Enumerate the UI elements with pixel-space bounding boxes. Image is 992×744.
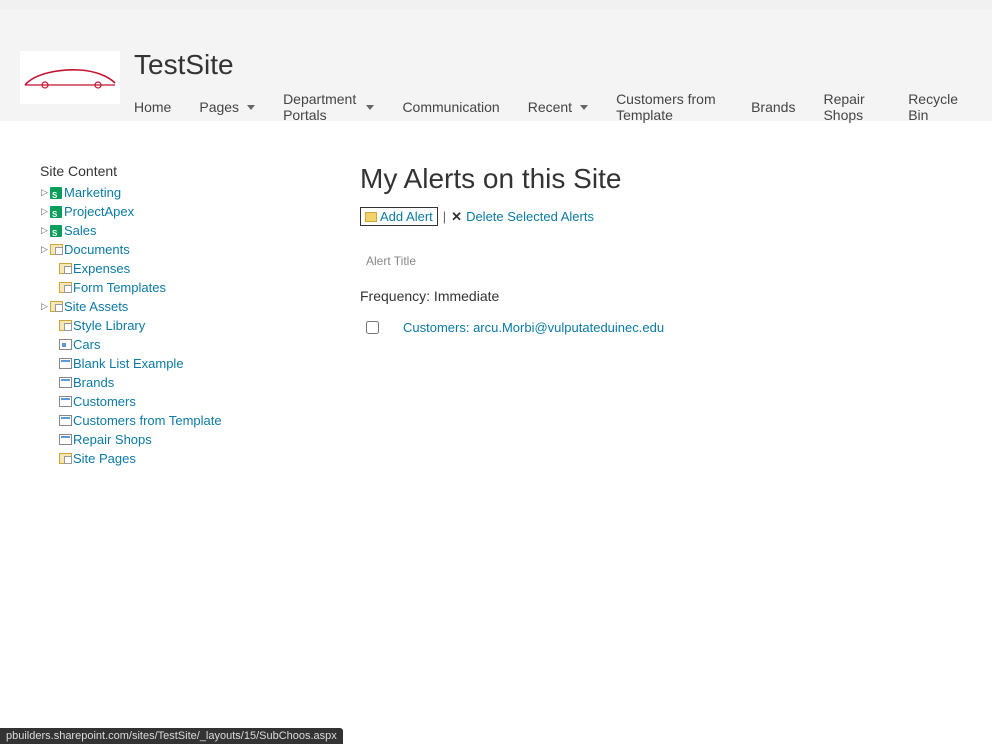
- suite-bar: [0, 0, 992, 9]
- library-icon: [49, 300, 63, 314]
- add-alert-label: Add Alert: [380, 209, 433, 224]
- list-icon: [58, 414, 72, 428]
- sharepoint-site-icon: [49, 224, 63, 238]
- alert-link[interactable]: Customers: arcu.Morbi@vulputateduinec.ed…: [403, 320, 664, 335]
- nav-item-label: Recycle Bin: [908, 91, 958, 123]
- alerts-toolbar: Add Alert | ✕ Delete Selected Alerts: [360, 207, 952, 226]
- body-area: Site Content ▷ Marketing ▷ ProjectApex ▷ Sale…: [0, 121, 992, 468]
- picture-library-icon: [58, 338, 72, 352]
- top-nav: Home Pages Department Portals Communication…: [134, 91, 972, 123]
- library-icon: [49, 243, 63, 257]
- library-icon: [58, 262, 72, 276]
- sidebar-title: Site Content: [40, 163, 340, 179]
- nav-item-label: Pages: [199, 99, 239, 115]
- library-icon: [58, 281, 72, 295]
- nav-item-repair-shops[interactable]: Repair Shops: [809, 91, 894, 123]
- nav-item-recent[interactable]: Recent: [514, 99, 602, 115]
- chevron-down-icon: [580, 105, 588, 110]
- tree-item: ▷ ProjectApex: [40, 202, 340, 221]
- tree-item-link[interactable]: Documents: [64, 240, 130, 259]
- tree-item: Brands: [40, 373, 340, 392]
- list-icon: [58, 433, 72, 447]
- delete-alerts-button[interactable]: ✕ Delete Selected Alerts: [451, 209, 594, 225]
- library-icon: [58, 319, 72, 333]
- expand-arrow-icon[interactable]: ▷: [40, 221, 49, 240]
- list-icon: [58, 376, 72, 390]
- tree-item-link[interactable]: ProjectApex: [64, 202, 134, 221]
- alert-checkbox[interactable]: [366, 321, 379, 334]
- alert-title-column-header: Alert Title: [366, 254, 952, 268]
- nav-item-label: Customers from Template: [616, 91, 723, 123]
- tree-item: Site Pages: [40, 449, 340, 468]
- chevron-down-icon: [247, 105, 255, 110]
- tree-item-link[interactable]: Form Templates: [73, 278, 166, 297]
- sharepoint-site-icon: [49, 205, 63, 219]
- tree-item: Repair Shops: [40, 430, 340, 449]
- chevron-down-icon: [366, 105, 374, 110]
- sidebar: Site Content ▷ Marketing ▷ ProjectApex ▷ Sale…: [0, 163, 360, 468]
- tree-item-link[interactable]: Customers: [73, 392, 136, 411]
- nav-item-label: Repair Shops: [823, 91, 880, 123]
- expand-arrow-icon[interactable]: ▷: [40, 297, 49, 316]
- tree-item-link[interactable]: Brands: [73, 373, 114, 392]
- tree-item: ▷ Marketing: [40, 183, 340, 202]
- tree-item-link[interactable]: Repair Shops: [73, 430, 152, 449]
- tree-item: ▷ Site Assets: [40, 297, 340, 316]
- nav-item-customers-from-template[interactable]: Customers from Template: [602, 91, 737, 123]
- tree-item-link[interactable]: Expenses: [73, 259, 130, 278]
- tree-item: Style Library: [40, 316, 340, 335]
- site-header: TestSite Home Pages Department Portals Comm…: [0, 9, 992, 121]
- tree-item: Cars: [40, 335, 340, 354]
- toolbar-separator: |: [443, 209, 446, 224]
- add-alert-button[interactable]: Add Alert: [360, 207, 438, 226]
- nav-item-communication[interactable]: Communication: [388, 99, 513, 115]
- nav-item-label: Communication: [402, 99, 499, 115]
- site-title[interactable]: TestSite: [134, 51, 972, 79]
- site-content-tree: ▷ Marketing ▷ ProjectApex ▷ Sales ▷ DocumentsEx…: [40, 183, 340, 468]
- site-logo[interactable]: [20, 51, 120, 104]
- tree-item-link[interactable]: Cars: [73, 335, 100, 354]
- tree-item: Customers: [40, 392, 340, 411]
- nav-item-label: Department Portals: [283, 91, 358, 123]
- nav-item-label: Home: [134, 99, 171, 115]
- tree-item: Blank List Example: [40, 354, 340, 373]
- sharepoint-site-icon: [49, 186, 63, 200]
- tree-item: Expenses: [40, 259, 340, 278]
- alert-row: Customers: arcu.Morbi@vulputateduinec.ed…: [360, 320, 952, 335]
- nav-item-recycle-bin[interactable]: Recycle Bin: [894, 91, 972, 123]
- nav-item-home[interactable]: Home: [134, 99, 185, 115]
- tree-item-link[interactable]: Blank List Example: [73, 354, 184, 373]
- list-icon: [58, 357, 72, 371]
- tree-item-link[interactable]: Site Assets: [64, 297, 128, 316]
- nav-item-department-portals[interactable]: Department Portals: [269, 91, 388, 123]
- nav-item-label: Brands: [751, 99, 795, 115]
- delete-alerts-label: Delete Selected Alerts: [466, 209, 594, 224]
- library-icon: [58, 452, 72, 466]
- tree-item-link[interactable]: Sales: [64, 221, 97, 240]
- nav-item-label: Recent: [528, 99, 572, 115]
- tree-item-link[interactable]: Style Library: [73, 316, 145, 335]
- tree-item-link[interactable]: Customers from Template: [73, 411, 222, 430]
- main-content: My Alerts on this Site Add Alert | ✕ Del…: [360, 163, 992, 468]
- page-title: My Alerts on this Site: [360, 163, 952, 195]
- nav-item-pages[interactable]: Pages: [185, 99, 269, 115]
- browser-status-bar: pbuilders.sharepoint.com/sites/TestSite/…: [0, 728, 343, 744]
- tree-item: ▷ Documents: [40, 240, 340, 259]
- tree-item: Customers from Template: [40, 411, 340, 430]
- tree-item-link[interactable]: Marketing: [64, 183, 121, 202]
- frequency-group-label: Frequency: Immediate: [360, 288, 952, 304]
- list-icon: [58, 395, 72, 409]
- add-alert-icon: [365, 212, 377, 222]
- car-logo-icon: [20, 63, 120, 93]
- tree-item: Form Templates: [40, 278, 340, 297]
- nav-item-brands[interactable]: Brands: [737, 99, 809, 115]
- expand-arrow-icon[interactable]: ▷: [40, 202, 49, 221]
- expand-arrow-icon[interactable]: ▷: [40, 183, 49, 202]
- delete-icon: ✕: [451, 209, 462, 225]
- expand-arrow-icon[interactable]: ▷: [40, 240, 49, 259]
- tree-item-link[interactable]: Site Pages: [73, 449, 136, 468]
- alert-rows: Customers: arcu.Morbi@vulputateduinec.ed…: [360, 320, 952, 335]
- tree-item: ▷ Sales: [40, 221, 340, 240]
